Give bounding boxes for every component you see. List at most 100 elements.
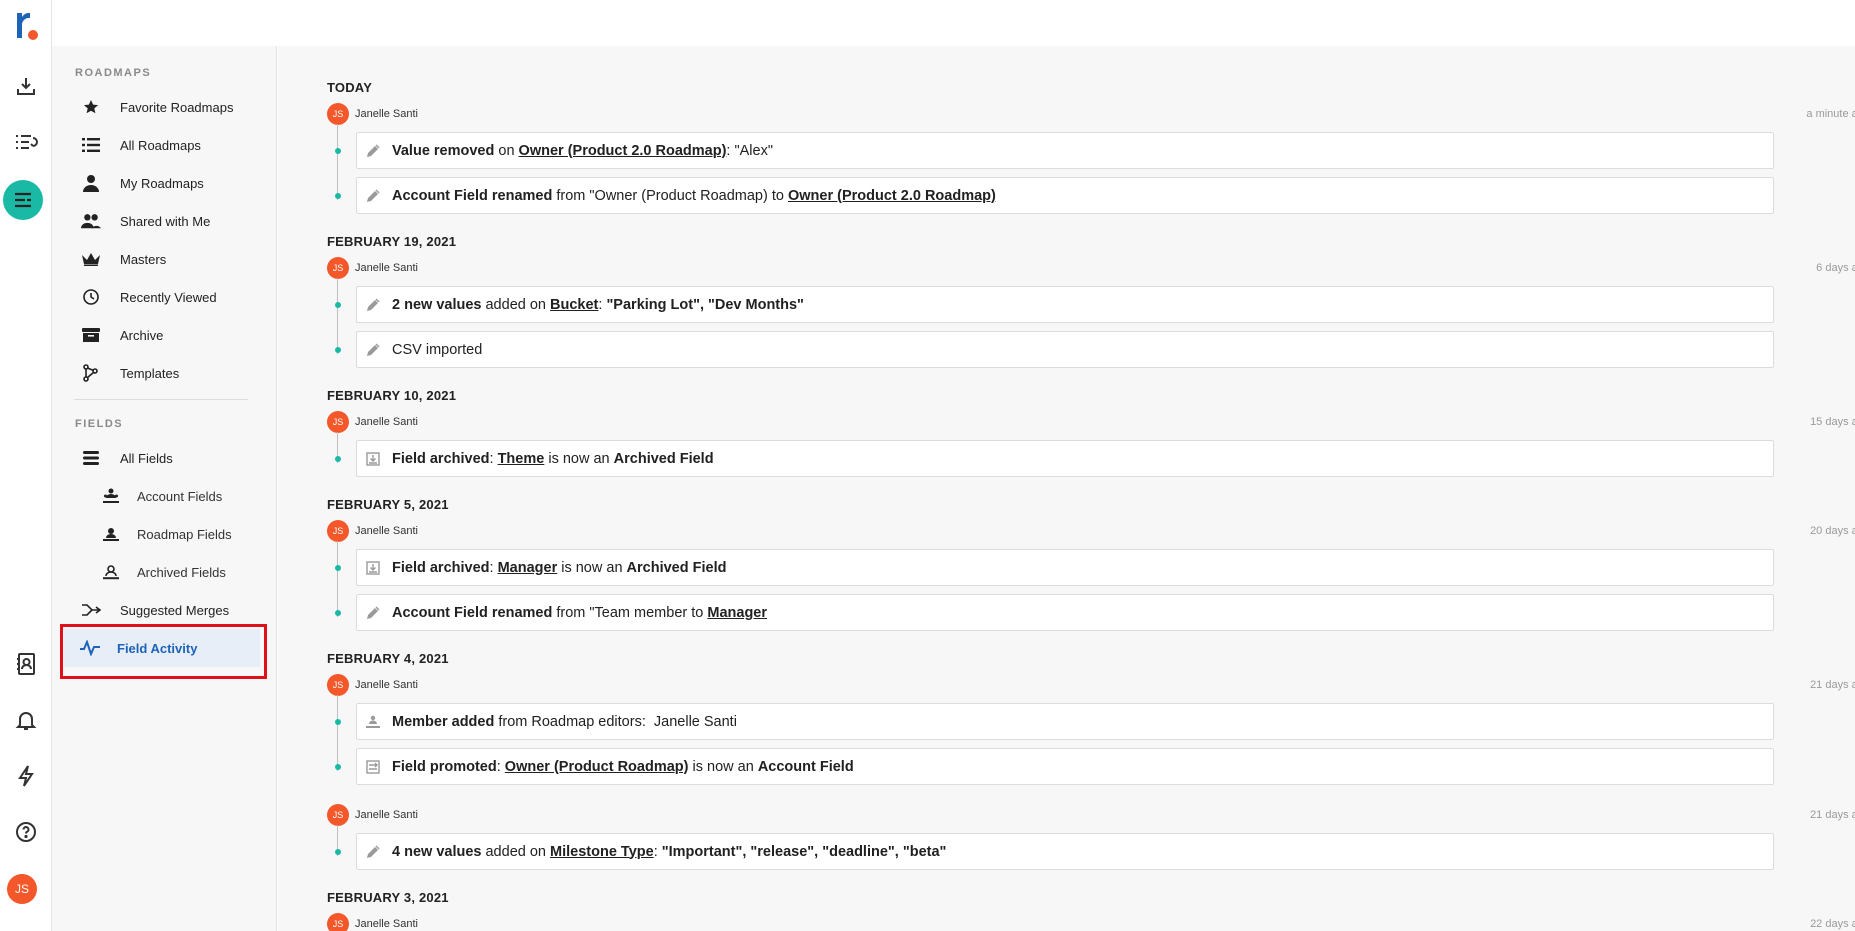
user-name: Janelle Santi [355,108,418,120]
activity-emphasis: Field promoted [392,758,497,775]
bell-icon[interactable] [8,702,44,738]
sidebar-item-label: Templates [120,365,180,381]
field-link[interactable]: Owner (Product Roadmap) [505,759,689,775]
activity-entry: 2 new values added on Bucket: "Parking L… [335,286,1774,323]
person-icon [81,173,101,193]
activity-text-part: CSV imported [392,341,483,358]
activity-entry: Member added from Roadmap editors: Janel… [335,703,1774,740]
user-avatar[interactable]: JS [7,874,37,904]
activity-emphasis: Archived Field [626,559,727,576]
field-link[interactable]: Theme [498,451,545,467]
contacts-icon[interactable] [8,646,44,682]
activity-user-row: JS Janelle Santi 15 days ago [327,410,1855,434]
field-link[interactable]: Manager [498,560,558,576]
activity-emphasis: Field archived [392,450,490,467]
field-link[interactable]: Owner (Product 2.0 Roadmap) [519,143,727,159]
activity-text: Field archived: Manager is now an Archiv… [392,560,726,576]
sidebar-item-roadmap-fields[interactable]: Roadmap Fields [67,518,257,550]
sidebar-item-recently-viewed[interactable]: Recently Viewed [67,281,257,313]
sidebar-divider [74,399,248,400]
activity-text-part: : [489,450,498,467]
sidebar-item-label: Masters [120,251,167,267]
avatar: JS [327,257,349,279]
activity-text-part: : [496,758,505,775]
activity-emphasis: Account Field renamed [392,187,553,204]
merge-icon [81,600,101,620]
activity-entry: Value removed on Owner (Product 2.0 Road… [335,132,1774,169]
sidebar-item-suggested-merges[interactable]: Suggested Merges [67,594,257,626]
sidebar-item-all-fields[interactable]: All Fields [67,442,257,474]
timeline: 2 new values added on Bucket: "Parking L… [327,278,1827,368]
activity-feed: TODAY JS Janelle Santi a minute ago Value re… [327,78,1855,931]
fields-section-label: FIELDS [75,418,124,430]
activity-text: Field promoted: Owner (Product Roadmap) … [392,759,854,775]
activity-entry: 4 new values added on Milestone Type: "I… [335,833,1774,870]
activity-group: FEBRUARY 4, 2021 JS Janelle Santi 21 days a… [327,649,1855,785]
timestamp: 6 days ago [1816,262,1855,274]
sidebar-item-my-roadmaps[interactable]: My Roadmaps [67,167,257,199]
sidebar-item-archived-fields[interactable]: Archived Fields [67,556,257,588]
import-icon[interactable] [8,68,44,104]
logo-icon[interactable] [8,6,44,42]
activity-text: Member added from Roadmap editors: Janel… [392,714,737,730]
activity-text-part: from "Owner (Product Roadmap) to [552,187,788,204]
template-icon [81,363,101,383]
field-link[interactable]: Owner (Product 2.0 Roadmap) [788,188,996,204]
sidebar-item-label: My Roadmaps [120,175,204,191]
pencil-icon [365,605,381,621]
activity-user-row: JS Janelle Santi 6 days ago [327,256,1855,280]
sidebar-item-archive[interactable]: Archive [67,319,257,351]
sidebar-item-account-fields[interactable]: Account Fields [67,480,257,512]
bolt-icon[interactable] [8,758,44,794]
sidebar-item-favorite-roadmaps[interactable]: Favorite Roadmaps [67,91,257,123]
sidebar-item-templates[interactable]: Templates [67,357,257,389]
activity-emphasis: 4 new values [392,843,482,860]
activity-entry: Field promoted: Owner (Product Roadmap) … [335,748,1774,785]
activity-entry: Field archived: Theme is now an Archived… [335,440,1774,477]
account-fields-icon [101,486,121,506]
activity-text: 2 new values added on Bucket: "Parking L… [392,297,804,313]
roadmap-icon[interactable] [3,180,43,220]
timestamp: 20 days ago [1810,525,1855,537]
sidebar-item-label: Shared with Me [120,213,211,229]
pencil-icon [365,844,381,860]
activity-text-part: added on [481,843,551,860]
activity-text-part: : [653,843,662,860]
user-name: Janelle Santi [355,262,418,274]
crown-icon [81,249,101,269]
pencil-icon [365,297,381,313]
sidebar-item-label: Favorite Roadmaps [120,99,234,115]
list-icon[interactable] [8,124,44,160]
activity-user-row: JS Janelle Santi 21 days ago [327,803,1855,827]
pencil-icon [365,188,381,204]
timeline: Value removed on Owner (Product 2.0 Road… [327,124,1827,214]
sidebar-item-label: All Fields [120,450,173,466]
activity-emphasis: Value removed [392,142,495,159]
activity-group: TODAY JS Janelle Santi a minute ago Value re… [327,78,1855,214]
user-name: Janelle Santi [355,525,418,537]
sidebar-item-field-activity[interactable]: Field Activity [64,629,260,667]
date-heading: FEBRUARY 3, 2021 [327,890,449,905]
sidebar-item-all-roadmaps[interactable]: All Roadmaps [67,129,257,161]
help-icon[interactable] [8,814,44,850]
timeline: 4 new values added on Milestone Type: "I… [327,825,1827,870]
avatar: JS [327,913,349,931]
date-heading: FEBRUARY 4, 2021 [327,651,449,666]
user-name: Janelle Santi [355,809,418,821]
sidebar-item-label: All Roadmaps [120,137,201,153]
activity-emphasis: Account Field renamed [392,604,553,621]
sidebar-item-masters[interactable]: Masters [67,243,257,275]
activity-entry: Account Field renamed from "Team member … [335,594,1774,631]
sidebar-item-shared-with-me[interactable]: Shared with Me [67,205,257,237]
timeline: Field archived: Theme is now an Archived… [327,432,1827,477]
people-icon [81,211,101,231]
sidebar: ROADMAPS Favorite Roadmaps All Roadmaps … [52,46,277,931]
field-link[interactable]: Milestone Type [550,844,654,860]
activity-text: 4 new values added on Milestone Type: "I… [392,844,946,860]
activity-text-part: is now an [688,758,758,775]
field-link[interactable]: Bucket [550,297,598,313]
avatar: JS [327,520,349,542]
activity-emphasis: "Parking Lot", "Dev Months" [606,296,804,313]
field-link[interactable]: Manager [707,605,767,621]
avatar: JS [327,411,349,433]
